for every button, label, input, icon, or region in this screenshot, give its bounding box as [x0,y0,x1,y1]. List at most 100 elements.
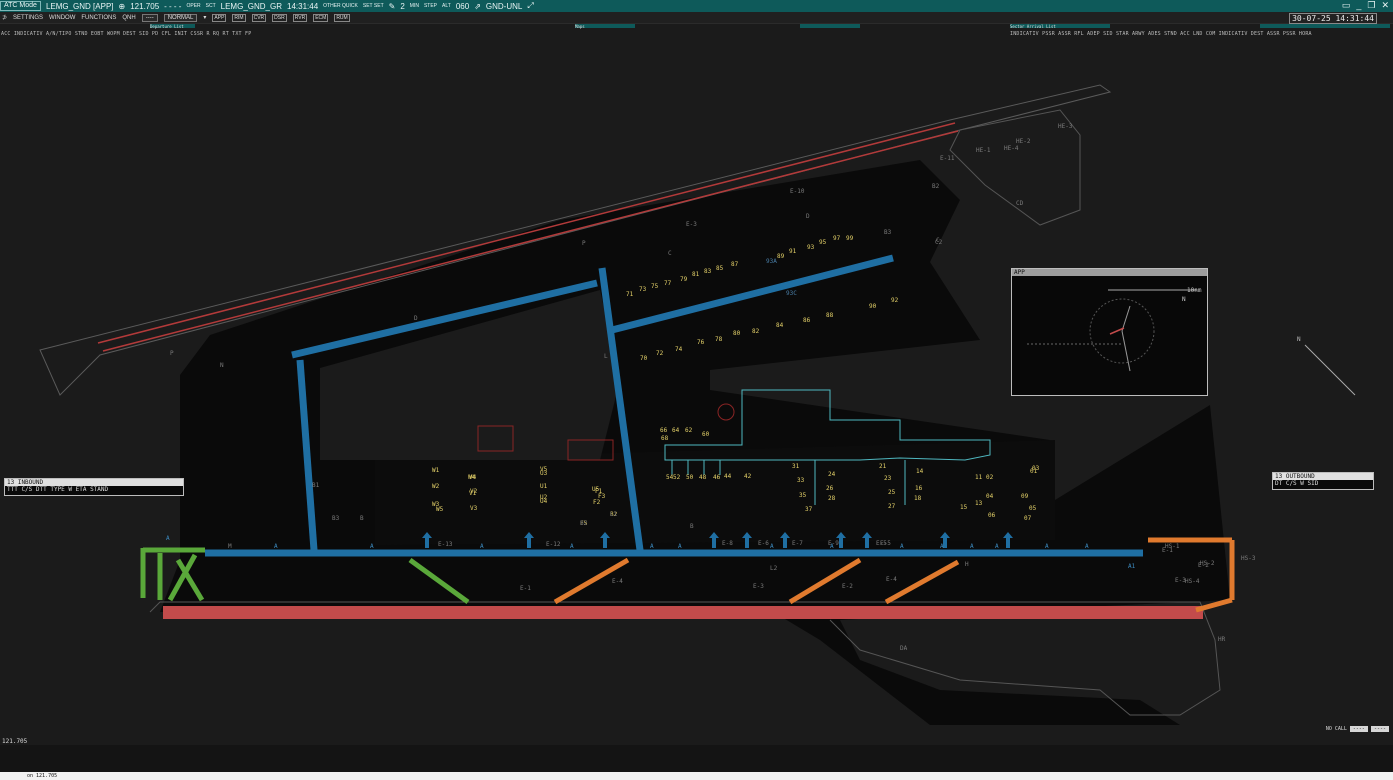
stand-label-north: 91 [789,248,797,255]
level-value[interactable]: 060 [456,2,469,11]
taxiway-label: E-3 [753,583,764,590]
maps-toolbar[interactable] [800,24,860,28]
mode-button-rum[interactable]: RUM [334,13,350,22]
stand-label-north: 93A [766,258,777,265]
stand-label-north: 99 [846,235,854,242]
stand-label-north: 93 [807,244,815,251]
mode-button-dsr[interactable]: DSR [272,13,287,22]
taxiway-label: E-9 [828,540,839,547]
menu-functions[interactable]: FUNCTIONS [81,15,116,21]
stand-label-south: 28 [828,495,836,502]
north-indicator-line [1304,344,1356,396]
menu-window[interactable]: WINDOW [49,15,75,21]
taxiway-label: E-3 [686,221,697,228]
set-buttons[interactable]: SET SET [363,3,384,9]
taxiway-label: B3 [332,515,340,522]
min-value[interactable]: 2 [400,2,404,11]
stand-label-south: 37 [805,506,813,513]
close-icon[interactable]: ✕ [1381,0,1389,11]
stand-label-north: 78 [715,336,723,343]
pen-icon[interactable]: ✎ [389,2,396,11]
qnh-field[interactable]: ---- [141,13,158,22]
radio-icon[interactable]: ⊕ [119,2,126,11]
taskbar-text: on 121.705 [27,773,58,779]
stand-label-north: 85 [716,265,724,272]
atc-mode-button[interactable]: ATC Mode [0,1,41,11]
stand-label-south: 46 [713,474,721,481]
menu-settings[interactable]: SETTINGS [13,15,43,21]
stand-label-south: 25 [888,489,896,496]
outbound-panel-title[interactable]: 13 OUTBOUND [1273,473,1373,480]
stand-label-south: 48 [699,474,707,481]
stand-label-south: V3 [470,505,478,512]
taxiway-label: L2 [770,565,778,572]
mode-button-cvr[interactable]: CVR [251,13,267,22]
status-button-1[interactable]: ---- [1349,726,1368,732]
stand-label-south: 26 [826,485,834,492]
pin-icon[interactable]: ⊅ [0,14,7,21]
wind-icon: ⇗ [474,1,481,11]
stand-label-north: 77 [664,280,672,287]
mode-button-ecm[interactable]: ECM [313,13,329,22]
taxiway-label: DA [900,645,908,652]
stand-label-north: 87 [731,261,739,268]
taskbar: on 121.705 [0,772,1393,780]
taxiway-label: HR [1218,636,1226,643]
window-controls: ▭ _ ❐ ✕ [1342,0,1389,11]
list-strip: Departure List Maps Sector Arrival List … [0,24,1393,38]
sector-code[interactable]: LEMG_GND_GR [221,2,282,11]
restore-icon[interactable]: ❐ [1367,0,1375,11]
other-quick-label: OTHER QUICK [323,2,358,9]
stand-label-north: 95 [819,239,827,246]
stand-label-south: 06 [988,512,996,519]
stand-label-south: W2 [432,483,440,490]
taxiway-label: A [650,543,654,550]
taxiway-label: HE-2 [1016,138,1031,145]
mode-button-rim[interactable]: RIM [232,13,246,22]
stand-label-south: U1 [540,483,548,490]
maps-title[interactable]: Maps [575,24,635,29]
taxiway-label: A [274,543,278,550]
stand-label-south: 09 [1021,493,1029,500]
stand-label-south: W5 [436,506,444,513]
opr-label: OPER [186,2,201,9]
stand-label-north: 83 [704,268,712,275]
arrival-list-title[interactable]: Sector Arrival List [1010,24,1110,29]
taxiway-label: B3 [884,229,892,236]
app-window-title[interactable]: APP [1012,269,1207,276]
chevron-down-icon[interactable]: ▾ [203,14,206,21]
runway-main [163,606,1203,619]
taxiway-label: HS-4 [1185,578,1200,585]
status-button-2[interactable]: ---- [1370,726,1389,732]
mode-button-rvr[interactable]: RVR [292,13,308,22]
inbound-panel-headers: TTT C/S DTT TYPE W ETA STAND [7,486,109,493]
status-frequency: 121.705 [2,738,28,745]
mode-select[interactable]: NORMAL [163,13,198,22]
inbound-panel[interactable]: 13 INBOUND TTT C/S DTT TYPE W ETA STAND [4,478,184,496]
bottom-strip [0,745,1393,772]
stand-label-south: 42 [744,473,752,480]
stand-label-north: 79 [680,276,688,283]
stand-label-north: 80 [733,330,741,337]
minimize-icon[interactable]: _ [1356,0,1361,11]
gnd-status: GND-UNL [485,1,523,11]
stand-label-north: 75 [651,283,659,290]
stand-label-south: 11 [975,474,983,481]
mode-button-app[interactable]: APP [212,13,227,22]
arrow-icon[interactable]: ⤢ [527,1,533,11]
taxiway-label: HE-4 [1004,145,1019,152]
stand-label-south: 66 [660,427,668,434]
primary-frequency[interactable]: 121.705 [130,2,159,11]
stand-label-north: 92 [891,297,899,304]
taxiway-label: P [170,350,174,357]
stand-label-south: 07 [1024,515,1032,522]
departure-list-title[interactable]: Departure List [150,24,195,29]
inbound-list-mini-title[interactable] [1260,24,1390,28]
layout-icon[interactable]: ▭ [1342,0,1351,11]
inbound-panel-title[interactable]: 13 INBOUND [5,479,183,486]
app-radar-window[interactable]: APP 10nm N [1011,268,1208,396]
departure-list-headers: ACC INDICATIV A/N/TIPO STND EOBT WOPM DE… [1,31,252,37]
stand-label-south: 68 [661,435,669,442]
outbound-panel[interactable]: 13 OUTBOUND DT C/S W SID [1272,472,1374,490]
stand-label-south: 15 [960,504,968,511]
